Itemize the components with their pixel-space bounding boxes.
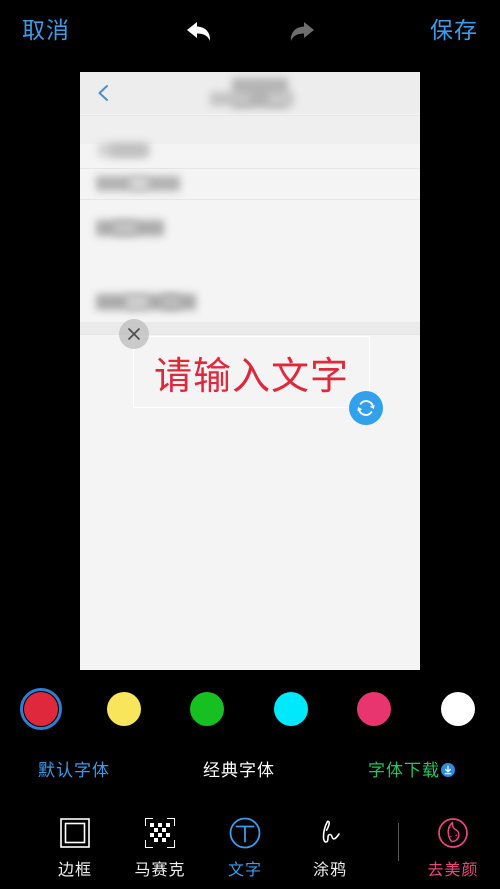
rotate-handle-icon[interactable] [349,391,383,425]
undo-arrow-icon[interactable] [180,16,220,48]
close-icon[interactable] [119,319,149,349]
back-chevron-icon [94,83,114,103]
redo-arrow-icon[interactable] [281,16,321,48]
blurred-text-block [114,220,136,236]
font-option-download-label: 字体下载 [368,761,440,781]
blurred-text-block [110,144,146,157]
tool-mosaic[interactable]: 马赛克 [122,811,198,880]
color-swatch-white[interactable] [441,692,475,726]
tool-debeautify[interactable]: 去美颜 [415,811,491,880]
color-swatch-red-fill [23,691,58,726]
color-swatch-cyan[interactable] [274,692,308,726]
text-overlay-value[interactable]: 请输入文字 [134,337,369,407]
bottom-toolbar: 边框 马赛克 文字 涂鸦 去美颜 [0,805,500,889]
font-option-classic[interactable]: 经典字体 [203,758,275,784]
tool-border-label: 边框 [57,860,92,879]
tool-doodle-label: 涂鸦 [312,860,347,879]
border-frame-icon [37,811,113,855]
tool-doodle[interactable]: 涂鸦 [292,811,368,880]
font-option-default[interactable]: 默认字体 [38,758,110,784]
tool-text[interactable]: 文字 [207,811,283,880]
mosaic-icon [122,811,198,855]
cancel-button[interactable]: 取消 [22,17,70,45]
tool-mosaic-label: 马赛克 [134,860,186,879]
blurred-text-block [130,176,148,191]
text-overlay-box[interactable]: 请输入文字 [133,336,370,408]
color-swatch-yellow[interactable] [107,692,141,726]
color-swatch-red[interactable] [20,688,62,730]
photo-divider [80,168,420,169]
font-options-row: 默认字体 经典字体 字体下载 [0,758,500,792]
tool-debeautify-label: 去美颜 [427,860,479,879]
tool-text-label: 文字 [227,860,262,879]
photo-divider [80,199,420,200]
save-button[interactable]: 保存 [430,17,478,45]
color-swatch-pink[interactable] [357,692,391,726]
color-swatch-green[interactable] [190,692,224,726]
top-toolbar: 取消 保存 [0,0,500,62]
blurred-text-block [126,294,148,310]
toolbar-divider [398,823,399,861]
debeautify-face-icon [415,811,491,855]
blurred-title-block [210,92,250,106]
color-palette [0,686,500,734]
download-icon [441,763,455,777]
doodle-brush-icon [292,811,368,855]
tool-border[interactable]: 边框 [37,811,113,880]
font-option-download[interactable]: 字体下载 [368,758,455,784]
blurred-text-block [162,294,180,310]
photo-content-band [80,116,420,144]
blurred-title-block [268,92,294,106]
text-circle-t-icon [207,811,283,855]
